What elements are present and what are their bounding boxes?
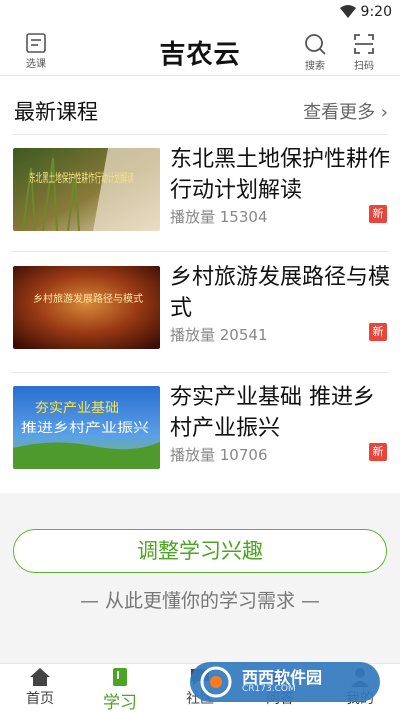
course-title: 乡村旅游发展路径与模式	[170, 265, 391, 321]
new-badge: 新	[369, 443, 387, 461]
latest-courses-header: 最新课程 查看更多 ›	[0, 88, 400, 132]
play-count: 播放量 20541	[170, 326, 268, 344]
app-header: 选课 吉农云 搜索 扫码	[0, 26, 400, 76]
thumbnail-title: 东北黑土地保护性耕作行动计划解读	[29, 170, 134, 185]
scan-label: 扫码	[354, 61, 374, 72]
play-count: 播放量 15304	[170, 208, 268, 226]
divider	[12, 251, 388, 252]
play-count: 播放量 10706	[170, 446, 268, 464]
watermark-logo: 西西软件园 CR173.COM	[190, 662, 380, 702]
tab-label: 首页	[26, 691, 54, 707]
search-label: 搜索	[305, 61, 325, 72]
search-icon	[305, 34, 326, 55]
course-thumbnail: 东北黑土地保护性耕作行动计划解读	[13, 148, 160, 231]
scan-button[interactable]: 扫码	[342, 30, 386, 74]
course-thumbnail: 乡村旅游发展路径与模式	[13, 266, 160, 349]
tab-study[interactable]: 学习	[80, 664, 160, 713]
thumbnail-subtitle: 推进乡村产业振兴	[21, 421, 149, 436]
course-title: 夯实产业基础 推进乡村产业振兴	[170, 385, 375, 441]
tab-label: 学习	[103, 693, 137, 713]
home-icon	[30, 668, 50, 686]
tab-home[interactable]: 首页	[0, 664, 80, 712]
status-bar: 9:20	[0, 0, 400, 26]
course-thumbnail: 夯实产业基础 推进乡村产业振兴	[13, 386, 160, 469]
interest-subtitle: — 从此更懂你的学习需求 —	[79, 590, 321, 612]
book-icon	[113, 668, 127, 686]
wifi-icon	[340, 5, 356, 18]
search-button[interactable]: 搜索	[293, 30, 337, 74]
new-badge: 新	[369, 323, 387, 341]
course-title: 东北黑土地保护性耕作行动计划解读	[170, 147, 391, 203]
see-more-link[interactable]: 查看更多 ›	[303, 98, 388, 124]
course-item[interactable]: 夯实产业基础 推进乡村产业振兴 夯实产业基础 推进乡村产业振兴 播放量 1070…	[0, 373, 400, 473]
thumbnail-title: 乡村旅游发展路径与模式	[33, 292, 143, 305]
status-time: 9:20	[360, 4, 392, 20]
course-item[interactable]: 乡村旅游发展路径与模式 乡村旅游发展路径与模式 播放量 20541 新	[0, 253, 400, 353]
adjust-interest-button[interactable]: 调整学习兴趣	[13, 529, 387, 573]
interest-section	[0, 493, 400, 663]
thumbnail-title: 夯实产业基础	[35, 401, 119, 416]
scan-icon	[354, 34, 374, 54]
watermark-subtext: CR173.COM	[242, 684, 296, 694]
new-badge: 新	[369, 205, 387, 223]
page-title: 吉农云	[159, 40, 241, 70]
course-item[interactable]: 东北黑土地保护性耕作行动计划解读 东北黑土地保护性耕作行动计划解读 播放量 15…	[0, 135, 400, 235]
section-title: 最新课程	[14, 100, 98, 124]
